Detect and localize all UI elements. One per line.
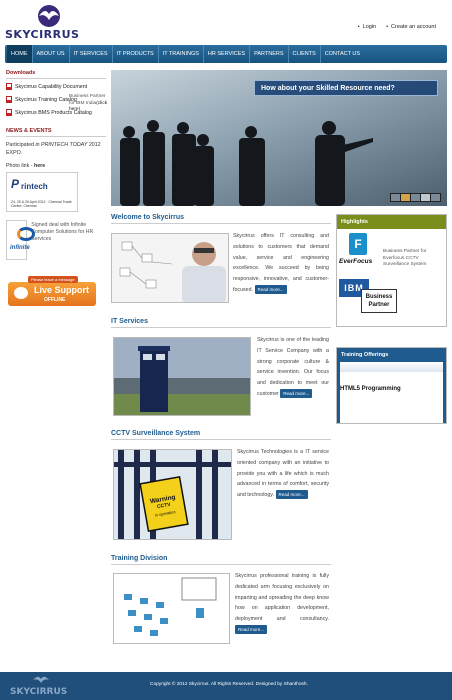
welcome-body: Skycirrus offers IT consulting and solut… [233, 233, 329, 293]
ibm-logo[interactable]: IBM Business Partner [339, 279, 397, 321]
download-item[interactable]: Skycirrus Capability Document [6, 83, 106, 90]
nav-home[interactable]: HOME [7, 45, 33, 63]
training-text: Skycirrus professional training is fully… [235, 571, 329, 636]
infinite-logo-text: infinite [10, 245, 30, 251]
everfocus-f-icon: F [349, 233, 367, 255]
highlights-heading: Highlights [337, 215, 446, 229]
section-title: CCTV Surveillance System [111, 430, 331, 440]
news-event: in PRINTECH TODAY [35, 142, 88, 148]
slide-thumb[interactable] [391, 194, 400, 201]
welcome-section: Welcome to Skycirrus Skycirrus offers IT… [111, 214, 331, 309]
login-link[interactable]: Login [358, 24, 376, 30]
ibm-text: Business Partner for IBM India(click her… [69, 94, 109, 114]
read-more-button[interactable]: Read more... [275, 490, 308, 500]
cctv-image: Warning CCTV in operation [113, 449, 232, 540]
site-logo[interactable]: SKYCIRRUS [5, 4, 95, 41]
nav-it-trainings[interactable]: IT TRAININGS [159, 45, 204, 63]
pdf-icon [6, 83, 12, 90]
nav-it-products[interactable]: IT PRODUCTS [113, 45, 159, 63]
live-support-status: OFFLINE [44, 297, 66, 303]
nav-it-services[interactable]: IT SERVICES [70, 45, 113, 63]
offering-stripe-right [443, 362, 446, 423]
nav-partners[interactable]: PARTNERS [250, 45, 289, 63]
live-support-button[interactable]: Live Support OFFLINE Please leave a mess… [6, 276, 96, 308]
footer-brand: SKYCIRRUS [10, 687, 68, 697]
nav-about-us[interactable]: ABOUT US [33, 45, 70, 63]
photo-link-label: Photo link - [6, 163, 34, 169]
printech-p: P [11, 177, 20, 191]
printech-word: rintech [21, 182, 48, 191]
infinite-logo[interactable]: infinite [6, 220, 35, 260]
read-more-button[interactable]: Read more... [254, 284, 287, 294]
training-section: Training Division Skycirrus professional… [111, 555, 331, 650]
network-man-image [119, 241, 226, 302]
downloads-heading: Downloads [6, 70, 106, 79]
nav-hr-services[interactable]: HR SERVICES [204, 45, 251, 63]
photo-link-here[interactable]: here [34, 163, 45, 169]
section-title: IT Services [111, 318, 331, 328]
chat-bubble-icon [14, 287, 28, 299]
slider-thumbnails[interactable] [390, 193, 441, 202]
nav-clients[interactable]: CLIENTS [289, 45, 321, 63]
classroom-image [124, 577, 217, 636]
training-image [113, 573, 230, 644]
everfocus-text: Business Partner for Everfocus CCTV Surv… [383, 249, 427, 267]
everfocus-name: EverFocus [339, 258, 373, 265]
download-label: Skycirrus Capability Document [15, 83, 88, 90]
infinite-swirl-icon [17, 227, 35, 241]
news-item: Participated in PRINTECH TODAY 2012 EXPO… [6, 141, 106, 157]
read-more-button[interactable]: Read more... [280, 388, 313, 398]
hero-banner: How about your Skilled Resource need? [111, 70, 447, 206]
infinite-deal: infinite Signed deal with Infinite Compu… [6, 220, 106, 260]
training-offerings-panel: Training Offerings HTML5 Programming [336, 347, 447, 424]
police-box-image [114, 338, 250, 415]
brand-name: SKYCIRRUS [5, 28, 80, 41]
welcome-text: Skycirrus offers IT consulting and solut… [233, 231, 329, 296]
slide-thumb[interactable] [421, 194, 430, 201]
top-links: Login Create an account [358, 24, 436, 30]
cctv-section: CCTV Surveillance System Warning CCTV in… [111, 430, 331, 545]
news-heading: NEWS & EVENTS [6, 128, 106, 137]
slide-thumb[interactable] [431, 194, 440, 201]
create-account-link[interactable]: Create an account [386, 24, 436, 30]
cctv-text: Skycirrus Technologies is a IT service o… [237, 447, 329, 501]
offering-stripe-left [337, 362, 340, 423]
photo-link: Photo link - here [6, 163, 106, 169]
live-support-body: Live Support OFFLINE [8, 282, 96, 306]
news-prefix: Participated [6, 142, 36, 148]
offering-item[interactable]: HTML5 Programming [340, 386, 401, 392]
slide-thumb[interactable] [411, 194, 420, 201]
training-body: Skycirrus professional training is fully… [235, 573, 329, 623]
it-services-image [113, 337, 251, 416]
wing-emblem-icon [38, 5, 60, 27]
banner-caption: How about your Skilled Resource need? [254, 80, 438, 96]
slide-thumb[interactable] [401, 194, 410, 201]
live-support-label: Live Support [34, 285, 90, 295]
leave-message-tag: Please leave a message [28, 276, 78, 283]
it-services-text: Skycirrus is one of the leading IT Servi… [257, 335, 329, 400]
section-title: Training Division [111, 555, 331, 565]
infinite-description: Signed deal with Infinite Computer Solut… [31, 222, 94, 242]
footer: SKYCIRRUS Copyright © 2012 Skycirrus. Al… [0, 672, 452, 700]
section-title: Welcome to Skycirrus [111, 214, 331, 224]
download-label: Skycirrus Training Catalog [15, 96, 77, 103]
everfocus-logo[interactable]: F EverFocus [339, 233, 383, 271]
pdf-icon [6, 109, 12, 116]
it-services-section: IT Services Skycirrus is one of the lead… [111, 318, 331, 418]
printech-logo[interactable]: P rintech 24, 25 & 26 April 2012 · Chenn… [6, 172, 78, 212]
business-partner-badge: Business Partner [361, 289, 397, 313]
read-more-button[interactable]: Read more... [235, 624, 268, 634]
pdf-icon [6, 96, 12, 103]
highlights-panel: Highlights F EverFocus Business Partner … [336, 214, 447, 327]
offering-banner-top [337, 362, 446, 372]
welcome-image [111, 233, 229, 303]
training-offerings-heading: Training Offerings [337, 348, 446, 362]
main-nav: HOME ABOUT US IT SERVICES IT PRODUCTS IT… [5, 45, 447, 63]
nav-contact-us[interactable]: CONTACT US [321, 45, 364, 63]
printech-sub: 24, 25 & 26 April 2012 · Chennai Trade C… [11, 200, 72, 208]
footer-wing-icon [33, 676, 49, 683]
training-offerings-body: HTML5 Programming [337, 362, 446, 423]
copyright-text: Copyright © 2012 Skycirrus. All Rights R… [150, 682, 308, 687]
it-services-body: Skycirrus is one of the leading IT Servi… [257, 337, 329, 397]
